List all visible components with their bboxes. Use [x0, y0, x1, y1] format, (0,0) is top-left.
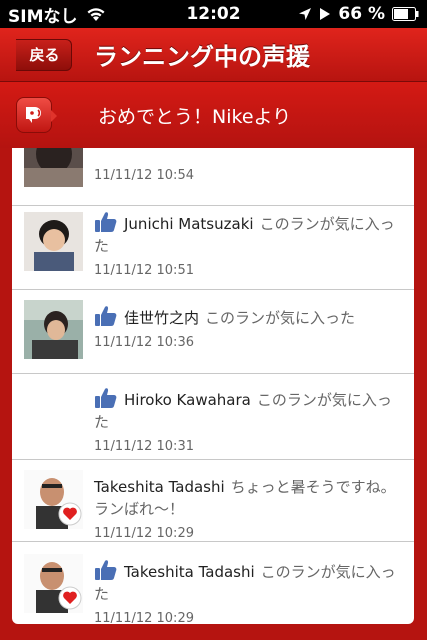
speaker-icon	[16, 97, 57, 133]
timestamp: 11/11/12 10:36	[94, 335, 194, 350]
comment-line: Hiroko Kawahara このランが気に入った	[94, 386, 404, 433]
thumbs-up-icon	[95, 212, 117, 232]
comment-line: Takeshita Tadashi このランが気に入った	[94, 558, 404, 605]
avatar	[24, 148, 83, 187]
list-item[interactable]: Takeshita Tadashi ちょっと暑そうですね。ランばれ〜！ 11/11…	[12, 460, 414, 542]
timestamp: 11/11/12 10:31	[94, 439, 194, 454]
avatar	[24, 470, 83, 529]
comment-line: Junichi Matsuzaki このランが気に入った	[94, 210, 404, 257]
thumbs-up-icon	[95, 306, 117, 326]
cheer-list[interactable]: 11/11/12 10:54 Junichi Matsuzaki このランが気に入…	[12, 148, 414, 624]
timestamp: 11/11/12 10:29	[94, 526, 194, 541]
list-item[interactable]: Junichi Matsuzaki このランが気に入った 11/11/12 10:…	[12, 206, 414, 290]
avatar	[24, 300, 83, 359]
thumbs-up-icon	[95, 388, 117, 408]
timestamp: 11/11/12 10:29	[94, 611, 194, 624]
wifi-icon	[87, 8, 104, 21]
user-name[interactable]: Takeshita Tadashi	[94, 478, 225, 496]
list-item[interactable]: 11/11/12 10:54	[12, 148, 414, 206]
timestamp: 11/11/12 10:54	[94, 168, 194, 183]
status-right: 66 %	[298, 4, 419, 24]
status-bar: SIMなし 12:02 66 %	[0, 0, 427, 28]
timestamp: 11/11/12 10:51	[94, 263, 194, 278]
thumbs-up-icon	[95, 560, 117, 580]
play-icon	[320, 8, 331, 20]
avatar	[24, 212, 83, 271]
user-name[interactable]: Takeshita Tadashi	[124, 563, 255, 581]
comment-line: 佳世竹之内 このランが気に入った	[94, 304, 404, 329]
page-title: ランニング中の声援	[94, 43, 310, 71]
user-name[interactable]: Junichi Matsuzaki	[124, 215, 254, 233]
navigation-bar: 戻る ランニング中の声援	[0, 28, 427, 82]
user-name[interactable]: Hiroko Kawahara	[124, 391, 251, 409]
back-button[interactable]: 戻る	[16, 38, 72, 71]
location-arrow-icon	[299, 8, 312, 20]
comment-line: Takeshita Tadashi ちょっと暑そうですね。ランばれ〜！	[94, 476, 404, 520]
carrier-label: SIMなし	[8, 6, 78, 27]
battery-percent: 66 %	[338, 4, 385, 24]
comment-text: このランが気に入った	[205, 309, 356, 327]
list-item[interactable]: Takeshita Tadashi このランが気に入った 11/11/12 10:…	[12, 542, 414, 624]
battery-icon	[392, 7, 419, 21]
status-left: SIMなし	[8, 2, 106, 27]
user-name[interactable]: 佳世竹之内	[124, 309, 199, 327]
list-item[interactable]: 佳世竹之内 このランが気に入った 11/11/12 10:36	[12, 290, 414, 374]
avatar	[24, 554, 83, 613]
cheer-message: おめでとう！Nikeより	[98, 105, 292, 128]
list-item[interactable]: Hiroko Kawahara このランが気に入った 11/11/12 10:31	[12, 374, 414, 460]
cheer-banner[interactable]: おめでとう！Nikeより	[0, 82, 427, 148]
